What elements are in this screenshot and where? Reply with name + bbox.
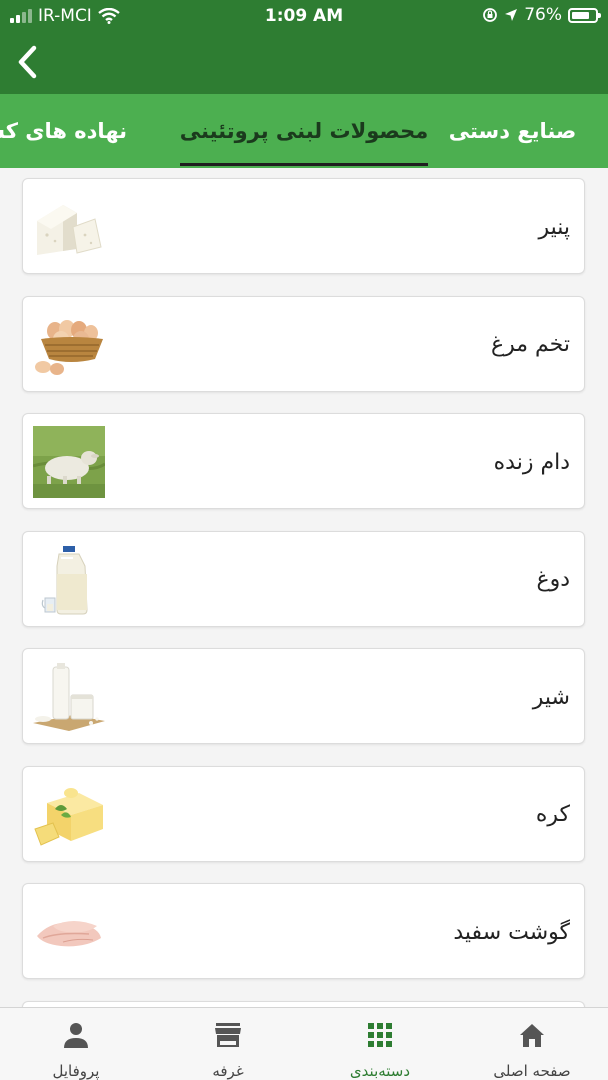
grid-icon [368, 1023, 392, 1047]
list-item-white-meat[interactable]: گوشت سفید [22, 883, 585, 979]
nav-profile[interactable]: پروفایل [0, 1008, 152, 1080]
item-label: پنیر [538, 214, 570, 240]
location-arrow-icon [505, 9, 518, 21]
nav-label: صفحه اصلی [493, 1062, 571, 1080]
item-label: تخم مرغ [490, 332, 570, 357]
bottom-nav: صفحه اصلی دسته‌بندی غرفه پروفایل [0, 1007, 608, 1080]
tab-label: محصولات لبنی پروتئینی [179, 119, 429, 143]
category-tabs: صنایع دستی محصولات لبنی پروتئینی نهاده ه… [0, 94, 608, 168]
tab-agricultural-inputs[interactable]: نهاده های کشاورزی [0, 94, 165, 168]
nav-home[interactable]: صفحه اصلی [456, 1008, 608, 1080]
battery-icon [568, 7, 601, 23]
back-button[interactable] [12, 42, 46, 82]
orientation-lock-icon [483, 8, 498, 22]
nav-label: غرفه [212, 1062, 244, 1080]
tab-handicrafts[interactable]: صنایع دستی [440, 94, 585, 168]
eggs-basket-image [35, 319, 103, 375]
battery-percent: 76% [524, 5, 562, 25]
tab-label: نهاده های کشاورزی [0, 119, 128, 143]
doogh-bottle-image [41, 545, 88, 614]
nav-store[interactable]: غرفه [152, 1008, 304, 1080]
list-item-milk[interactable]: شیر [22, 648, 585, 744]
butter-image [34, 787, 103, 846]
product-list: پنیر تخم مرغ دام زنده دوغ شیر کره گوشت س… [22, 178, 585, 1032]
tab-label: صنایع دستی [448, 119, 577, 143]
person-icon [64, 1023, 88, 1048]
lamb-image [33, 426, 105, 498]
item-label: دام زنده [493, 449, 570, 475]
nav-categories[interactable]: دسته‌بندی [304, 1008, 456, 1080]
item-label: شیر [532, 684, 570, 710]
tab-dairy-protein[interactable]: محصولات لبنی پروتئینی [180, 94, 428, 168]
app-bar [0, 32, 608, 94]
list-item-butter[interactable]: کره [22, 765, 585, 862]
list-item-cheese[interactable]: پنیر [22, 178, 585, 274]
store-icon [215, 1023, 241, 1047]
milk-image [33, 663, 105, 731]
chicken-breast-image [37, 921, 101, 947]
list-item-doogh[interactable]: دوغ [22, 530, 585, 627]
item-label: گوشت سفید [453, 919, 570, 945]
item-label: کره [535, 802, 570, 827]
active-tab-indicator [180, 163, 428, 166]
cheese-image [37, 205, 102, 255]
list-item-livestock[interactable]: دام زنده [22, 413, 585, 509]
nav-label: دسته‌بندی [349, 1062, 411, 1080]
status-bar: IR-MCI 1:09 AM 76% [0, 0, 608, 32]
home-icon [520, 1024, 544, 1047]
item-label: دوغ [536, 567, 570, 592]
chevron-left-icon [18, 45, 37, 79]
list-item-eggs[interactable]: تخم مرغ [22, 295, 585, 392]
nav-label: پروفایل [52, 1062, 100, 1080]
